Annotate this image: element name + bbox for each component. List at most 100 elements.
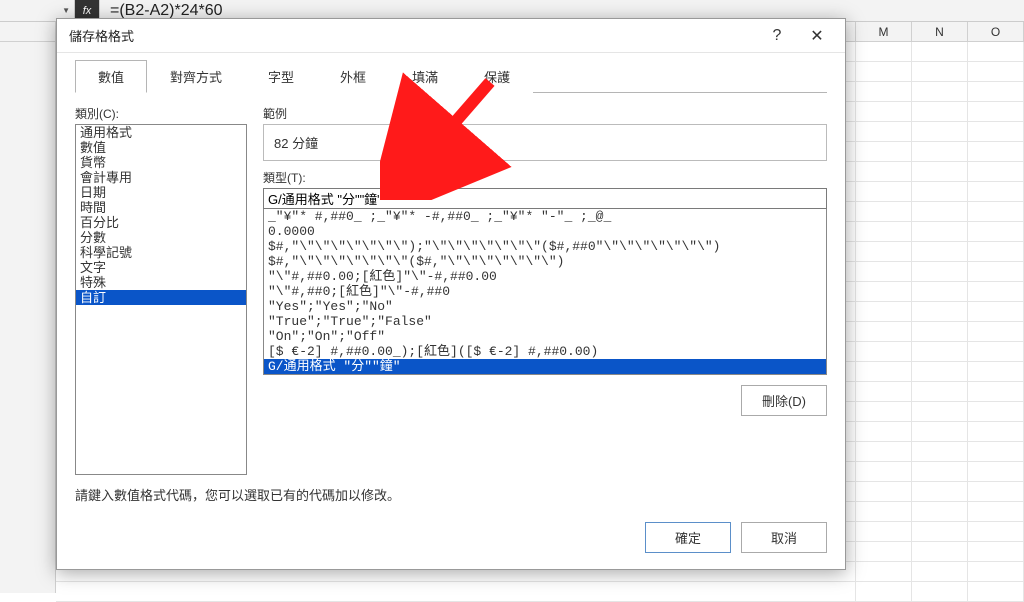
grid-cell[interactable] <box>912 162 968 182</box>
name-box-dropdown-icon[interactable]: ▼ <box>62 6 70 15</box>
grid-cell[interactable] <box>856 82 912 102</box>
grid-cell[interactable] <box>856 342 912 362</box>
grid-cell[interactable] <box>856 302 912 322</box>
grid-cell[interactable] <box>856 402 912 422</box>
grid-cell[interactable] <box>856 282 912 302</box>
grid-cell[interactable] <box>912 322 968 342</box>
grid-cell[interactable] <box>912 462 968 482</box>
type-input[interactable] <box>263 188 827 209</box>
grid-cell[interactable] <box>968 162 1024 182</box>
grid-cell[interactable] <box>968 322 1024 342</box>
grid-cell[interactable] <box>912 402 968 422</box>
grid-cell[interactable] <box>912 62 968 82</box>
grid-cell[interactable] <box>912 522 968 542</box>
grid-cell[interactable] <box>856 142 912 162</box>
formula-bar[interactable]: =(B2-A2)*24*60 <box>100 2 1024 20</box>
tab-2[interactable]: 字型 <box>245 60 317 93</box>
category-item[interactable]: 特殊 <box>76 275 246 290</box>
grid-cell[interactable] <box>912 542 968 562</box>
format-item[interactable]: "\"#,##0;[紅色]"\"-#,##0 <box>264 284 826 299</box>
grid-cell[interactable] <box>968 282 1024 302</box>
grid-cell[interactable] <box>856 122 912 142</box>
grid-cell[interactable] <box>968 402 1024 422</box>
grid-cell[interactable] <box>856 62 912 82</box>
grid-cell[interactable] <box>912 222 968 242</box>
grid-cell[interactable] <box>856 102 912 122</box>
grid-cell[interactable] <box>912 502 968 522</box>
tab-5[interactable]: 保護 <box>461 60 533 93</box>
grid-cell[interactable] <box>912 82 968 102</box>
grid-cell[interactable] <box>856 522 912 542</box>
grid-cell[interactable] <box>968 102 1024 122</box>
format-item[interactable]: "On";"On";"Off" <box>264 329 826 344</box>
grid-cell[interactable] <box>856 562 912 582</box>
category-item[interactable]: 通用格式 <box>76 125 246 140</box>
grid-cell[interactable] <box>968 462 1024 482</box>
category-item[interactable]: 數值 <box>76 140 246 155</box>
grid-cell[interactable] <box>968 442 1024 462</box>
grid-cell[interactable] <box>912 262 968 282</box>
grid-cell[interactable] <box>968 222 1024 242</box>
grid-cell[interactable] <box>856 422 912 442</box>
format-item[interactable]: "\"#,##0.00;[紅色]"\"-#,##0.00 <box>264 269 826 284</box>
category-item[interactable]: 文字 <box>76 260 246 275</box>
grid-cell[interactable] <box>856 482 912 502</box>
grid-cell[interactable] <box>912 122 968 142</box>
format-item[interactable]: "Yes";"Yes";"No" <box>264 299 826 314</box>
tab-1[interactable]: 對齊方式 <box>147 60 245 93</box>
grid-cell[interactable] <box>912 362 968 382</box>
grid-cell[interactable] <box>856 502 912 522</box>
grid-cell[interactable] <box>856 582 912 602</box>
grid-cell[interactable] <box>968 562 1024 582</box>
grid-cell[interactable] <box>912 382 968 402</box>
grid-cell[interactable] <box>968 202 1024 222</box>
format-item[interactable]: "True";"True";"False" <box>264 314 826 329</box>
format-item[interactable]: [$ €-2] #,##0.00_);[紅色]([$ €-2] #,##0.00… <box>264 344 826 359</box>
tab-4[interactable]: 填滿 <box>389 60 461 93</box>
grid-cell[interactable] <box>856 382 912 402</box>
category-item[interactable]: 百分比 <box>76 215 246 230</box>
format-item[interactable]: _"¥"* #,##0_ ;_"¥"* -#,##0_ ;_"¥"* "-"_ … <box>264 209 826 224</box>
grid-cell[interactable] <box>968 522 1024 542</box>
grid-cell[interactable] <box>912 102 968 122</box>
close-button[interactable]: ✕ <box>797 22 837 50</box>
grid-cell[interactable] <box>912 422 968 442</box>
grid-cell[interactable] <box>856 462 912 482</box>
grid-cell[interactable] <box>968 82 1024 102</box>
format-list[interactable]: _"¥"* #,##0_ ;_"¥"* -#,##0_ ;_"¥"* "-"_ … <box>263 209 827 375</box>
format-item[interactable]: $#,"\"\"\"\"\"\"\"($#,"\"\"\"\"\"\"\") <box>264 254 826 269</box>
grid-cell[interactable] <box>856 242 912 262</box>
category-item[interactable]: 分數 <box>76 230 246 245</box>
grid-cell[interactable] <box>968 182 1024 202</box>
grid-cell[interactable] <box>968 502 1024 522</box>
format-item[interactable]: G/通用格式 "分""鐘" <box>264 359 826 374</box>
grid-cell[interactable] <box>856 42 912 62</box>
grid-cell[interactable] <box>856 222 912 242</box>
grid-cell[interactable] <box>912 562 968 582</box>
grid-cell[interactable] <box>968 342 1024 362</box>
category-item[interactable]: 時間 <box>76 200 246 215</box>
grid-cell[interactable] <box>912 342 968 362</box>
grid-cell[interactable] <box>856 182 912 202</box>
grid-cell[interactable] <box>912 582 968 602</box>
category-item[interactable]: 科學記號 <box>76 245 246 260</box>
grid-cell[interactable] <box>968 142 1024 162</box>
grid-cell[interactable] <box>968 582 1024 602</box>
grid-cell[interactable] <box>912 42 968 62</box>
grid-cell[interactable] <box>856 202 912 222</box>
help-button[interactable]: ? <box>757 22 797 50</box>
grid-cell[interactable] <box>912 242 968 262</box>
grid-cell[interactable] <box>968 262 1024 282</box>
grid-cell[interactable] <box>968 382 1024 402</box>
grid-cell[interactable] <box>912 142 968 162</box>
category-item[interactable]: 自訂 <box>76 290 246 305</box>
grid-cell[interactable] <box>968 42 1024 62</box>
tab-3[interactable]: 外框 <box>317 60 389 93</box>
grid-cell[interactable] <box>968 362 1024 382</box>
category-list[interactable]: 通用格式數值貨幣會計專用日期時間百分比分數科學記號文字特殊自訂 <box>75 124 247 475</box>
cancel-button[interactable]: 取消 <box>741 522 827 553</box>
grid-cell[interactable] <box>912 482 968 502</box>
grid-cell[interactable] <box>856 262 912 282</box>
tab-0[interactable]: 數值 <box>75 60 147 93</box>
grid-cell[interactable] <box>968 542 1024 562</box>
